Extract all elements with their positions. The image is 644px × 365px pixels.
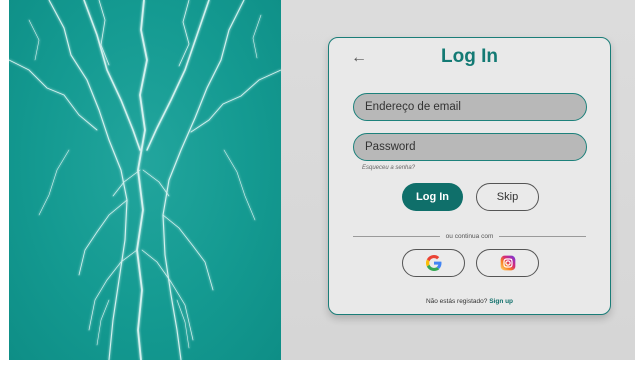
signup-prompt: Não estás registado? Sign up	[329, 298, 610, 305]
email-field[interactable]: Endereço de email	[353, 93, 587, 121]
instagram-login-button[interactable]	[476, 249, 539, 277]
email-placeholder: Endereço de email	[365, 101, 461, 113]
divider-text: ou continua com	[445, 232, 494, 240]
google-icon	[425, 255, 441, 271]
divider-line-right	[499, 235, 587, 237]
hero-image	[9, 0, 281, 360]
login-panel: ← Log In Endereço de email Password Esqu…	[281, 0, 635, 360]
password-field[interactable]: Password	[353, 133, 587, 161]
signup-text: Não estás registado?	[425, 298, 488, 305]
divider-line-left	[353, 235, 440, 237]
page-frame: ← Log In Endereço de email Password Esqu…	[9, 0, 635, 360]
lightning-illustration	[9, 0, 281, 360]
page-title: Log In	[441, 46, 498, 67]
instagram-icon	[500, 255, 515, 271]
login-card: ← Log In Endereço de email Password Esqu…	[328, 37, 611, 315]
login-button[interactable]: Log In	[402, 183, 463, 211]
google-login-button[interactable]	[402, 249, 465, 277]
skip-button[interactable]: Skip	[476, 183, 539, 211]
forgot-password-link[interactable]: Esqueceu a senha?	[362, 165, 415, 171]
password-placeholder: Password	[365, 141, 416, 153]
signup-link[interactable]: Sign up	[489, 298, 513, 305]
divider: ou continua com	[353, 231, 587, 241]
